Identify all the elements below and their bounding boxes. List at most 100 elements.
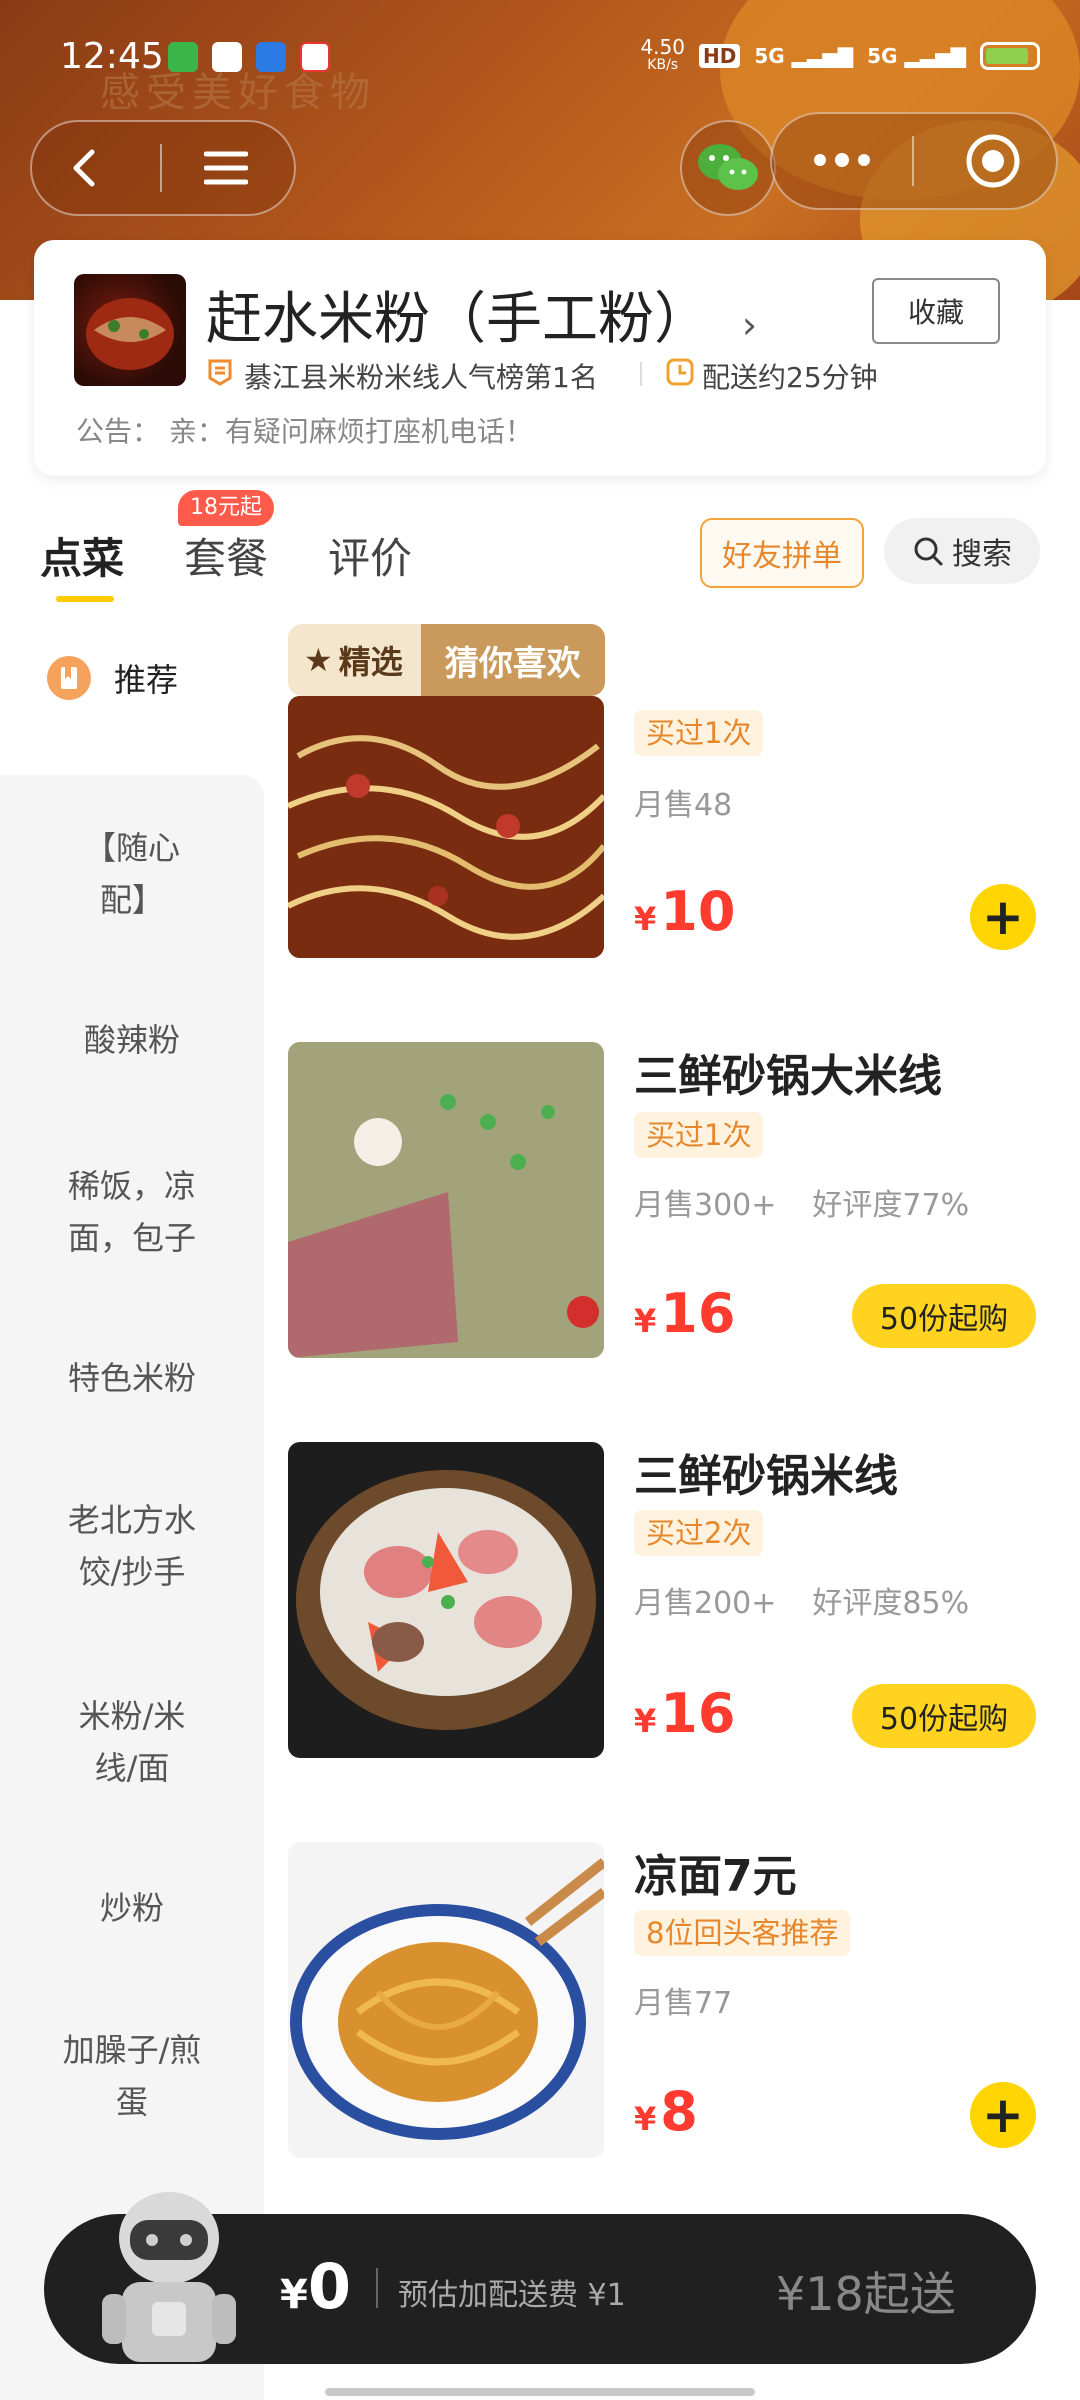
store-ranking[interactable]: 綦江县米粉米线人气榜第1名 [244, 356, 598, 396]
sidebar-item-special-rice-noodles[interactable]: 特色米粉 [0, 1352, 264, 1404]
net-speed: 4.50 KB/s [640, 35, 685, 74]
min-order-button[interactable]: 50份起购 [852, 1284, 1036, 1348]
delivery-fee: 预估加配送费 ¥1 [398, 2278, 626, 2313]
dish-price: ¥16 [634, 1682, 735, 1745]
dish-name[interactable]: 三鲜砂锅大米线 [634, 1040, 942, 1104]
dish-image[interactable] [288, 1842, 604, 2158]
dish-name[interactable]: 三鲜砂锅米线 [634, 1440, 898, 1504]
monthly-sales: 月售77 [634, 1986, 733, 2021]
home-indicator[interactable] [325, 2388, 755, 2396]
dish-sales: 月售200+ 好评度85% [634, 1578, 969, 1622]
sidebar-item-label: 面，包子 [67, 1219, 196, 1257]
dish-price: ¥16 [634, 1282, 735, 1345]
baidu-icon [212, 42, 242, 72]
tab-reviews[interactable]: 评价 [328, 525, 412, 586]
min-order-label: ¥18起送 [776, 2267, 956, 2321]
section-header: ★ 精选 猜你喜欢 [288, 624, 605, 696]
store-logo[interactable] [74, 274, 186, 386]
capsule-divider [912, 136, 914, 186]
star-icon: ★ [304, 641, 333, 679]
nav-capsule-left [30, 120, 296, 216]
delivery-time: 配送约25分钟 [702, 361, 878, 394]
monthly-sales: 月售200+ [634, 1586, 777, 1621]
store-name-text: 赶水米粉（手工粉） [206, 287, 710, 352]
bookmark-icon [46, 655, 92, 701]
currency-symbol: ¥ [280, 2272, 308, 2318]
battery-level [986, 48, 1028, 64]
status-time: 12:45 [60, 36, 164, 77]
battery-icon [980, 42, 1040, 70]
sidebar-item-rice-noodles[interactable]: 米粉/米 线/面 [0, 1690, 264, 1794]
sidebar-item-label: 酸辣粉 [83, 1021, 180, 1059]
more-icon[interactable] [812, 150, 872, 170]
menu-icon[interactable] [204, 148, 248, 188]
search-button[interactable]: 搜索 [884, 518, 1040, 584]
sidebar-item-hot-sour-noodles[interactable]: 酸辣粉 [0, 1014, 264, 1066]
returning-customer-badge: 8位回头客推荐 [634, 1910, 851, 1956]
sidebar-item-label: 加臊子/煎 [62, 2031, 202, 2069]
maps-icon [256, 42, 286, 72]
sidebar-item-dumplings[interactable]: 老北方水 饺/抄手 [0, 1494, 264, 1598]
dish-image[interactable] [288, 1442, 604, 1758]
dish-sales: 月售77 [634, 1978, 732, 2022]
sidebar-item-label: 【随心 [83, 829, 180, 867]
sidebar-item-recommend[interactable]: 推荐 [46, 655, 178, 701]
signal-icon: 5G ▂▃▅▇ [867, 44, 966, 68]
group-order-button[interactable]: 好友拼单 [700, 518, 864, 588]
sidebar-item-label: 炒粉 [99, 1889, 164, 1927]
divider [640, 362, 642, 386]
sidebar-item-label: 配】 [99, 881, 164, 919]
back-icon[interactable] [66, 148, 106, 188]
store-name[interactable]: 赶水米粉（手工粉） › [206, 274, 757, 355]
add-to-cart-button[interactable]: + [970, 2082, 1036, 2148]
add-to-cart-button[interactable]: + [970, 884, 1036, 950]
sidebar-item-toppings[interactable]: 加臊子/煎蛋 [0, 2024, 264, 2128]
purchase-history-badge: 买过1次 [634, 710, 764, 756]
wechat-share-button[interactable] [680, 120, 776, 216]
dish-image[interactable] [288, 1042, 604, 1358]
section-tag-label: 精选 [338, 643, 403, 681]
sidebar-item-label: 特色米粉 [67, 1359, 196, 1397]
purchase-history-badge: 买过1次 [634, 1112, 764, 1158]
robot-mascot-icon[interactable] [94, 2186, 244, 2366]
close-miniapp-icon[interactable] [964, 132, 1022, 190]
store-notice[interactable]: 公告： 亲：有疑问麻烦打座机电话！ [76, 410, 533, 450]
chevron-right-icon: › [741, 303, 758, 347]
favorite-button[interactable]: 收藏 [872, 278, 1000, 344]
dish-image[interactable] [288, 696, 604, 958]
section-tag-guess: 猜你喜欢 [420, 624, 605, 696]
wechat-icon [696, 140, 760, 196]
signal-icon: 5G ▂▃▅▇ [754, 44, 854, 68]
currency-symbol: ¥ [634, 2100, 657, 2138]
search-label: 搜索 [952, 537, 1012, 572]
currency-symbol: ¥ [634, 900, 657, 938]
sidebar-item-label: 推荐 [114, 661, 179, 699]
min-order-button[interactable]: 50份起购 [852, 1684, 1036, 1748]
tab-active-indicator [56, 596, 114, 602]
price-value: 8 [660, 2080, 698, 2143]
sidebar-item-label: 线/面 [94, 1749, 170, 1787]
status-indicators: 4.50 KB/s HD 5G ▂▃▅▇ 5G ▂▃▅▇ [640, 35, 1040, 74]
sidebar-item-fried-noodles[interactable]: 炒粉 [0, 1882, 264, 1934]
tab-order[interactable]: 点菜 [40, 525, 124, 586]
tab-combo[interactable]: 套餐 [184, 525, 268, 586]
rating: 好评度77% [812, 1188, 970, 1223]
sidebar-item-porridge-cold-noodles[interactable]: 稀饭，凉 面，包子 [0, 1160, 264, 1264]
ranking-icon [206, 358, 234, 386]
dish-sales: 月售48 [634, 780, 732, 824]
weibo-icon [300, 42, 330, 72]
price-value: 10 [660, 880, 736, 943]
currency-symbol: ¥ [634, 1302, 657, 1340]
dish-name[interactable]: 凉面7元 [634, 1840, 797, 1904]
signal-label: 5G [754, 44, 785, 68]
sidebar-item-label: 老北方水 [67, 1501, 196, 1539]
sidebar-item-free-match[interactable]: 【随心 配】 [0, 822, 264, 926]
iqiyi-icon [168, 42, 198, 72]
monthly-sales: 月售300+ [634, 1188, 777, 1223]
signal-label: 5G [867, 44, 898, 68]
net-speed-value: 4.50 [640, 35, 685, 59]
dish-sales: 月售300+ 好评度77% [634, 1180, 969, 1224]
price-value: 16 [660, 1682, 736, 1745]
hd-icon: HD [698, 44, 741, 68]
combo-price-badge: 18元起 [178, 490, 274, 526]
